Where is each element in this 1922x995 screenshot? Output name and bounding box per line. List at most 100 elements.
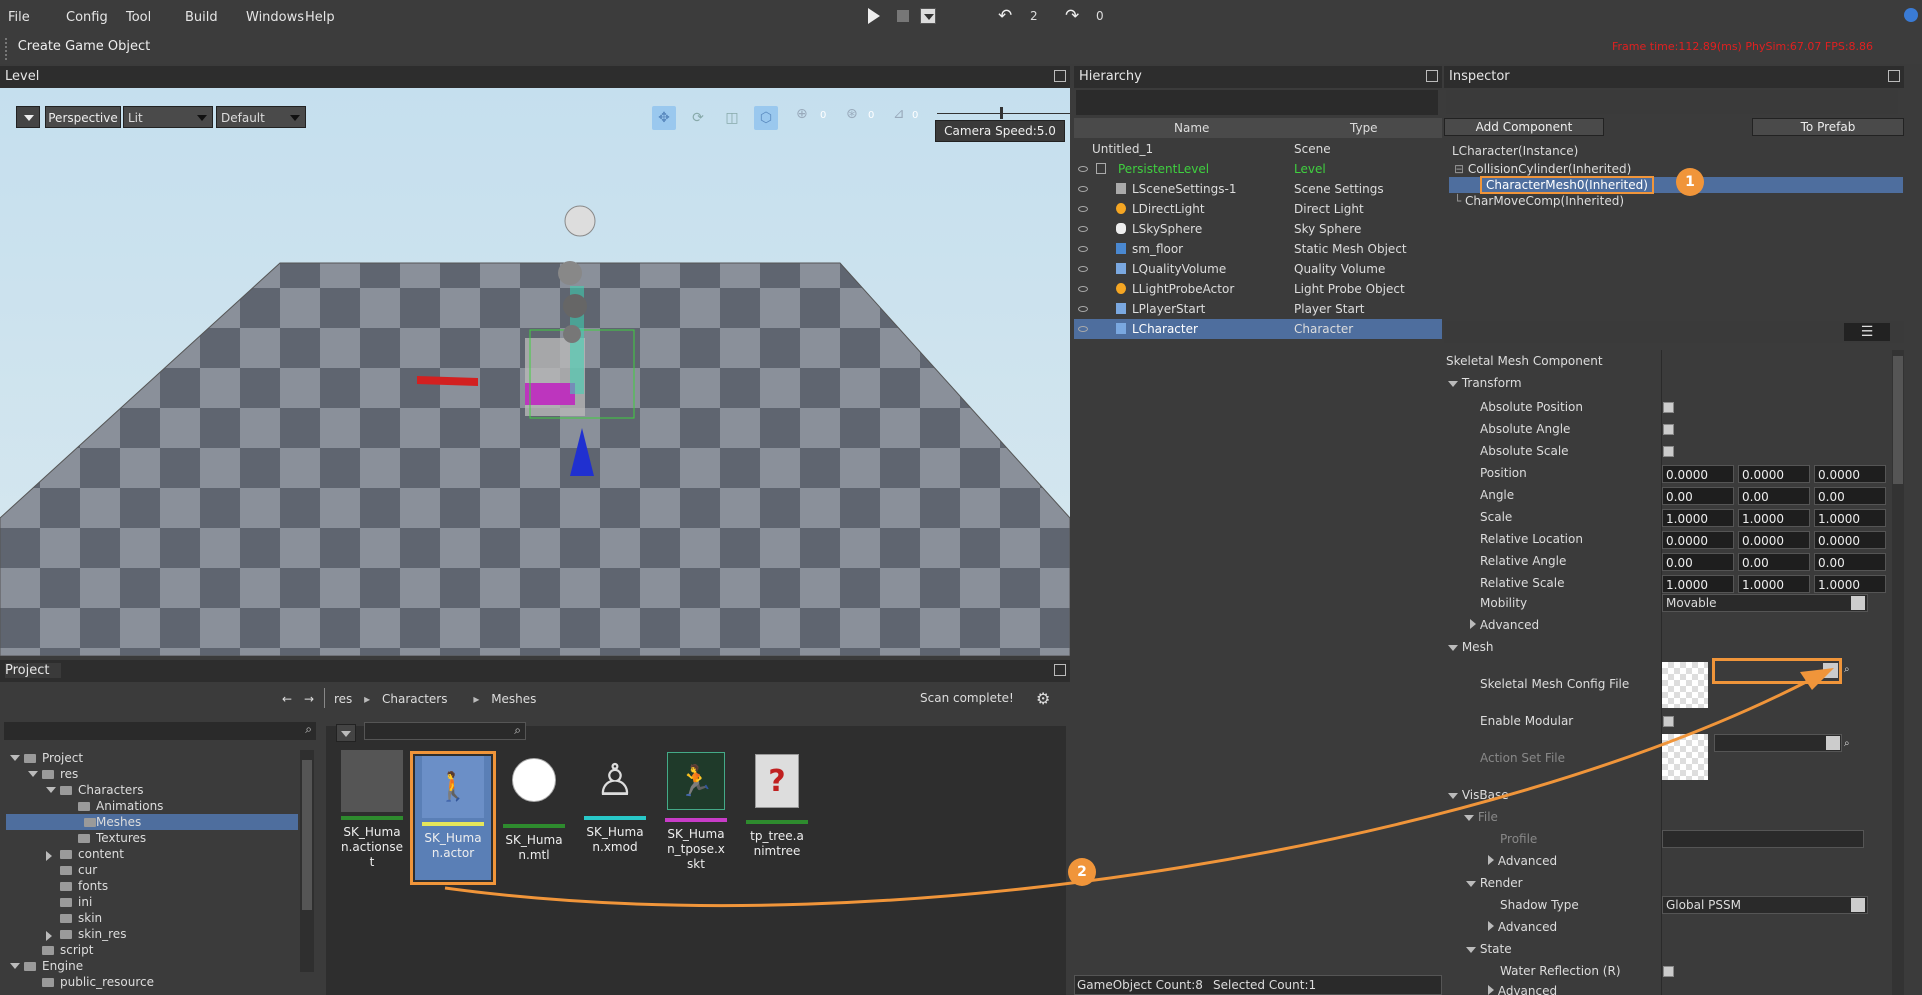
folder-tree-item[interactable]: Project [0,750,298,766]
back-icon[interactable]: ← [282,692,292,706]
folder-tree-item[interactable]: fonts [0,878,298,894]
asset-tile[interactable]: SK_Huma n.actionse t [334,750,410,870]
asset-tile[interactable]: 🚶 SK_Huma n.actor [410,751,496,885]
tree-scrollbar[interactable] [300,750,314,972]
play-options-dropdown[interactable] [920,8,936,24]
undo-icon[interactable]: ↶ [998,6,1012,26]
hierarchy-row[interactable]: LDirectLight Direct Light [1074,199,1442,219]
folder-tree-item[interactable]: Meshes [6,814,298,830]
menu-build[interactable]: Build [185,10,218,25]
asset-search-input[interactable]: ⌕ [364,722,526,740]
scrollbar-thumb[interactable] [1893,356,1903,484]
component-root[interactable]: LCharacter(Instance) [1452,144,1578,158]
mesh-section[interactable]: Mesh [1448,640,1493,654]
visibility-eye-icon[interactable] [1078,166,1088,172]
gear-icon[interactable]: ⚙ [1036,689,1050,708]
stop-icon[interactable] [897,10,909,22]
snap-rotate-icon[interactable]: ⊛ [846,106,858,122]
asset-tile[interactable]: ♙ SK_Huma n.xmod [577,750,653,855]
chevron-down-icon[interactable] [46,787,56,793]
property-value-field[interactable]: 0.0000 [1738,465,1810,483]
property-value-field[interactable]: 1.0000 [1814,509,1886,527]
property-value-field[interactable]: 1.0000 [1662,509,1734,527]
visibility-eye-icon[interactable] [1078,226,1088,232]
folder-tree-item[interactable]: Characters [0,782,298,798]
action-set-select[interactable] [1714,734,1842,752]
lit-select[interactable]: Lit [123,106,213,128]
asset-tile[interactable]: ? tp_tree.a nimtree [739,750,815,859]
visbase-section[interactable]: VisBase [1448,788,1509,802]
component-char-move[interactable]: └ CharMoveComp(Inherited) [1454,194,1624,208]
pin-icon[interactable] [1054,70,1066,82]
list-view-icon[interactable]: ☰ [1844,323,1890,341]
property-checkbox[interactable] [1663,446,1674,457]
property-value-field[interactable]: 0.00 [1738,553,1810,571]
hierarchy-search-input[interactable] [1076,90,1438,115]
component-collision-cylinder[interactable]: ⊟ CollisionCylinder(Inherited) [1454,162,1631,176]
project-search-input[interactable]: ⌕ [4,722,316,740]
chevron-right-icon[interactable] [46,931,52,941]
menu-file[interactable]: File [8,10,30,25]
scale-tool-icon[interactable]: ◫ [720,106,744,130]
chevron-down-icon[interactable] [10,963,20,969]
hierarchy-row[interactable]: PersistentLevel Level [1074,159,1442,179]
visibility-eye-icon[interactable] [1078,326,1088,332]
folder-tree-item[interactable]: content [0,846,298,862]
property-value-field[interactable]: 0.00 [1814,553,1886,571]
folder-tree-item[interactable]: cur [0,862,298,878]
action-set-thumbnail[interactable] [1662,734,1708,780]
menu-tool[interactable]: Tool [126,10,151,25]
hierarchy-row[interactable]: LCharacter Character [1074,319,1442,339]
mobility-select[interactable]: Movable [1662,594,1868,612]
search-icon[interactable]: ⌕ [1844,664,1850,675]
advanced-section[interactable]: Advanced [1470,618,1539,632]
default-select[interactable]: Default [216,106,306,128]
property-value-field[interactable]: 1.0000 [1738,509,1810,527]
component-character-mesh[interactable]: CharacterMesh0(Inherited) [1480,176,1654,194]
menu-help[interactable]: Help [305,10,335,25]
to-prefab-button[interactable]: To Prefab [1752,118,1904,136]
property-checkbox[interactable] [1663,424,1674,435]
water-reflection-checkbox[interactable] [1663,966,1674,977]
advanced-render-section[interactable]: Advanced [1488,920,1557,934]
chevron-right-icon[interactable] [46,851,52,861]
property-value-field[interactable]: 1.0000 [1738,575,1810,593]
level-viewport[interactable]: Perspective Lit Default ✥ ⟳ ◫ ⬡ ⊕ 0 ⊛ 0 … [0,88,1070,656]
create-game-object-button[interactable]: Create Game Object [17,36,151,60]
folder-tree-item[interactable]: skin [0,910,298,926]
snap-scale-icon[interactable]: ⊿ [893,106,905,122]
skeletal-mesh-file-select[interactable] [1712,658,1842,684]
folder-tree-item[interactable]: Textures [0,830,298,846]
chevron-down-icon[interactable] [28,771,38,777]
hierarchy-row[interactable]: LSkySphere Sky Sphere [1074,219,1442,239]
hierarchy-row[interactable]: LSceneSettings-1 Scene Settings [1074,179,1442,199]
camera-speed-slider[interactable] [937,113,1070,114]
property-value-field[interactable]: 0.0000 [1662,531,1734,549]
property-value-field[interactable]: 0.00 [1738,487,1810,505]
column-type[interactable]: Type [1350,121,1378,135]
move-tool-icon[interactable]: ✥ [652,106,676,130]
inspector-scrollbar[interactable] [1892,350,1904,995]
hierarchy-row[interactable]: LPlayerStart Player Start [1074,299,1442,319]
asset-tile[interactable]: SK_Huma n.mtl [496,750,572,863]
advanced-file-section[interactable]: Advanced [1488,854,1557,868]
menu-config[interactable]: Config [66,10,108,25]
enable-modular-checkbox[interactable] [1663,716,1674,727]
viewport-menu-button[interactable] [16,106,40,128]
folder-tree-item[interactable]: script [0,942,298,958]
shadow-type-select[interactable]: Global PSSM [1662,896,1868,914]
forward-icon[interactable]: → [304,692,314,706]
property-value-field[interactable]: 1.0000 [1662,575,1734,593]
local-space-icon[interactable]: ⬡ [754,106,778,130]
column-name[interactable]: Name [1174,121,1209,135]
scrollbar-thumb[interactable] [302,760,312,910]
perspective-button[interactable]: Perspective [45,106,121,128]
pin-icon[interactable] [1888,70,1900,82]
state-section[interactable]: State [1466,942,1512,956]
add-component-button[interactable]: Add Component [1444,118,1604,136]
redo-icon[interactable]: ↷ [1065,6,1079,26]
visibility-eye-icon[interactable] [1078,246,1088,252]
menu-windows[interactable]: Windows [246,10,304,25]
visibility-eye-icon[interactable] [1078,266,1088,272]
folder-tree-item[interactable]: Engine [0,958,298,974]
